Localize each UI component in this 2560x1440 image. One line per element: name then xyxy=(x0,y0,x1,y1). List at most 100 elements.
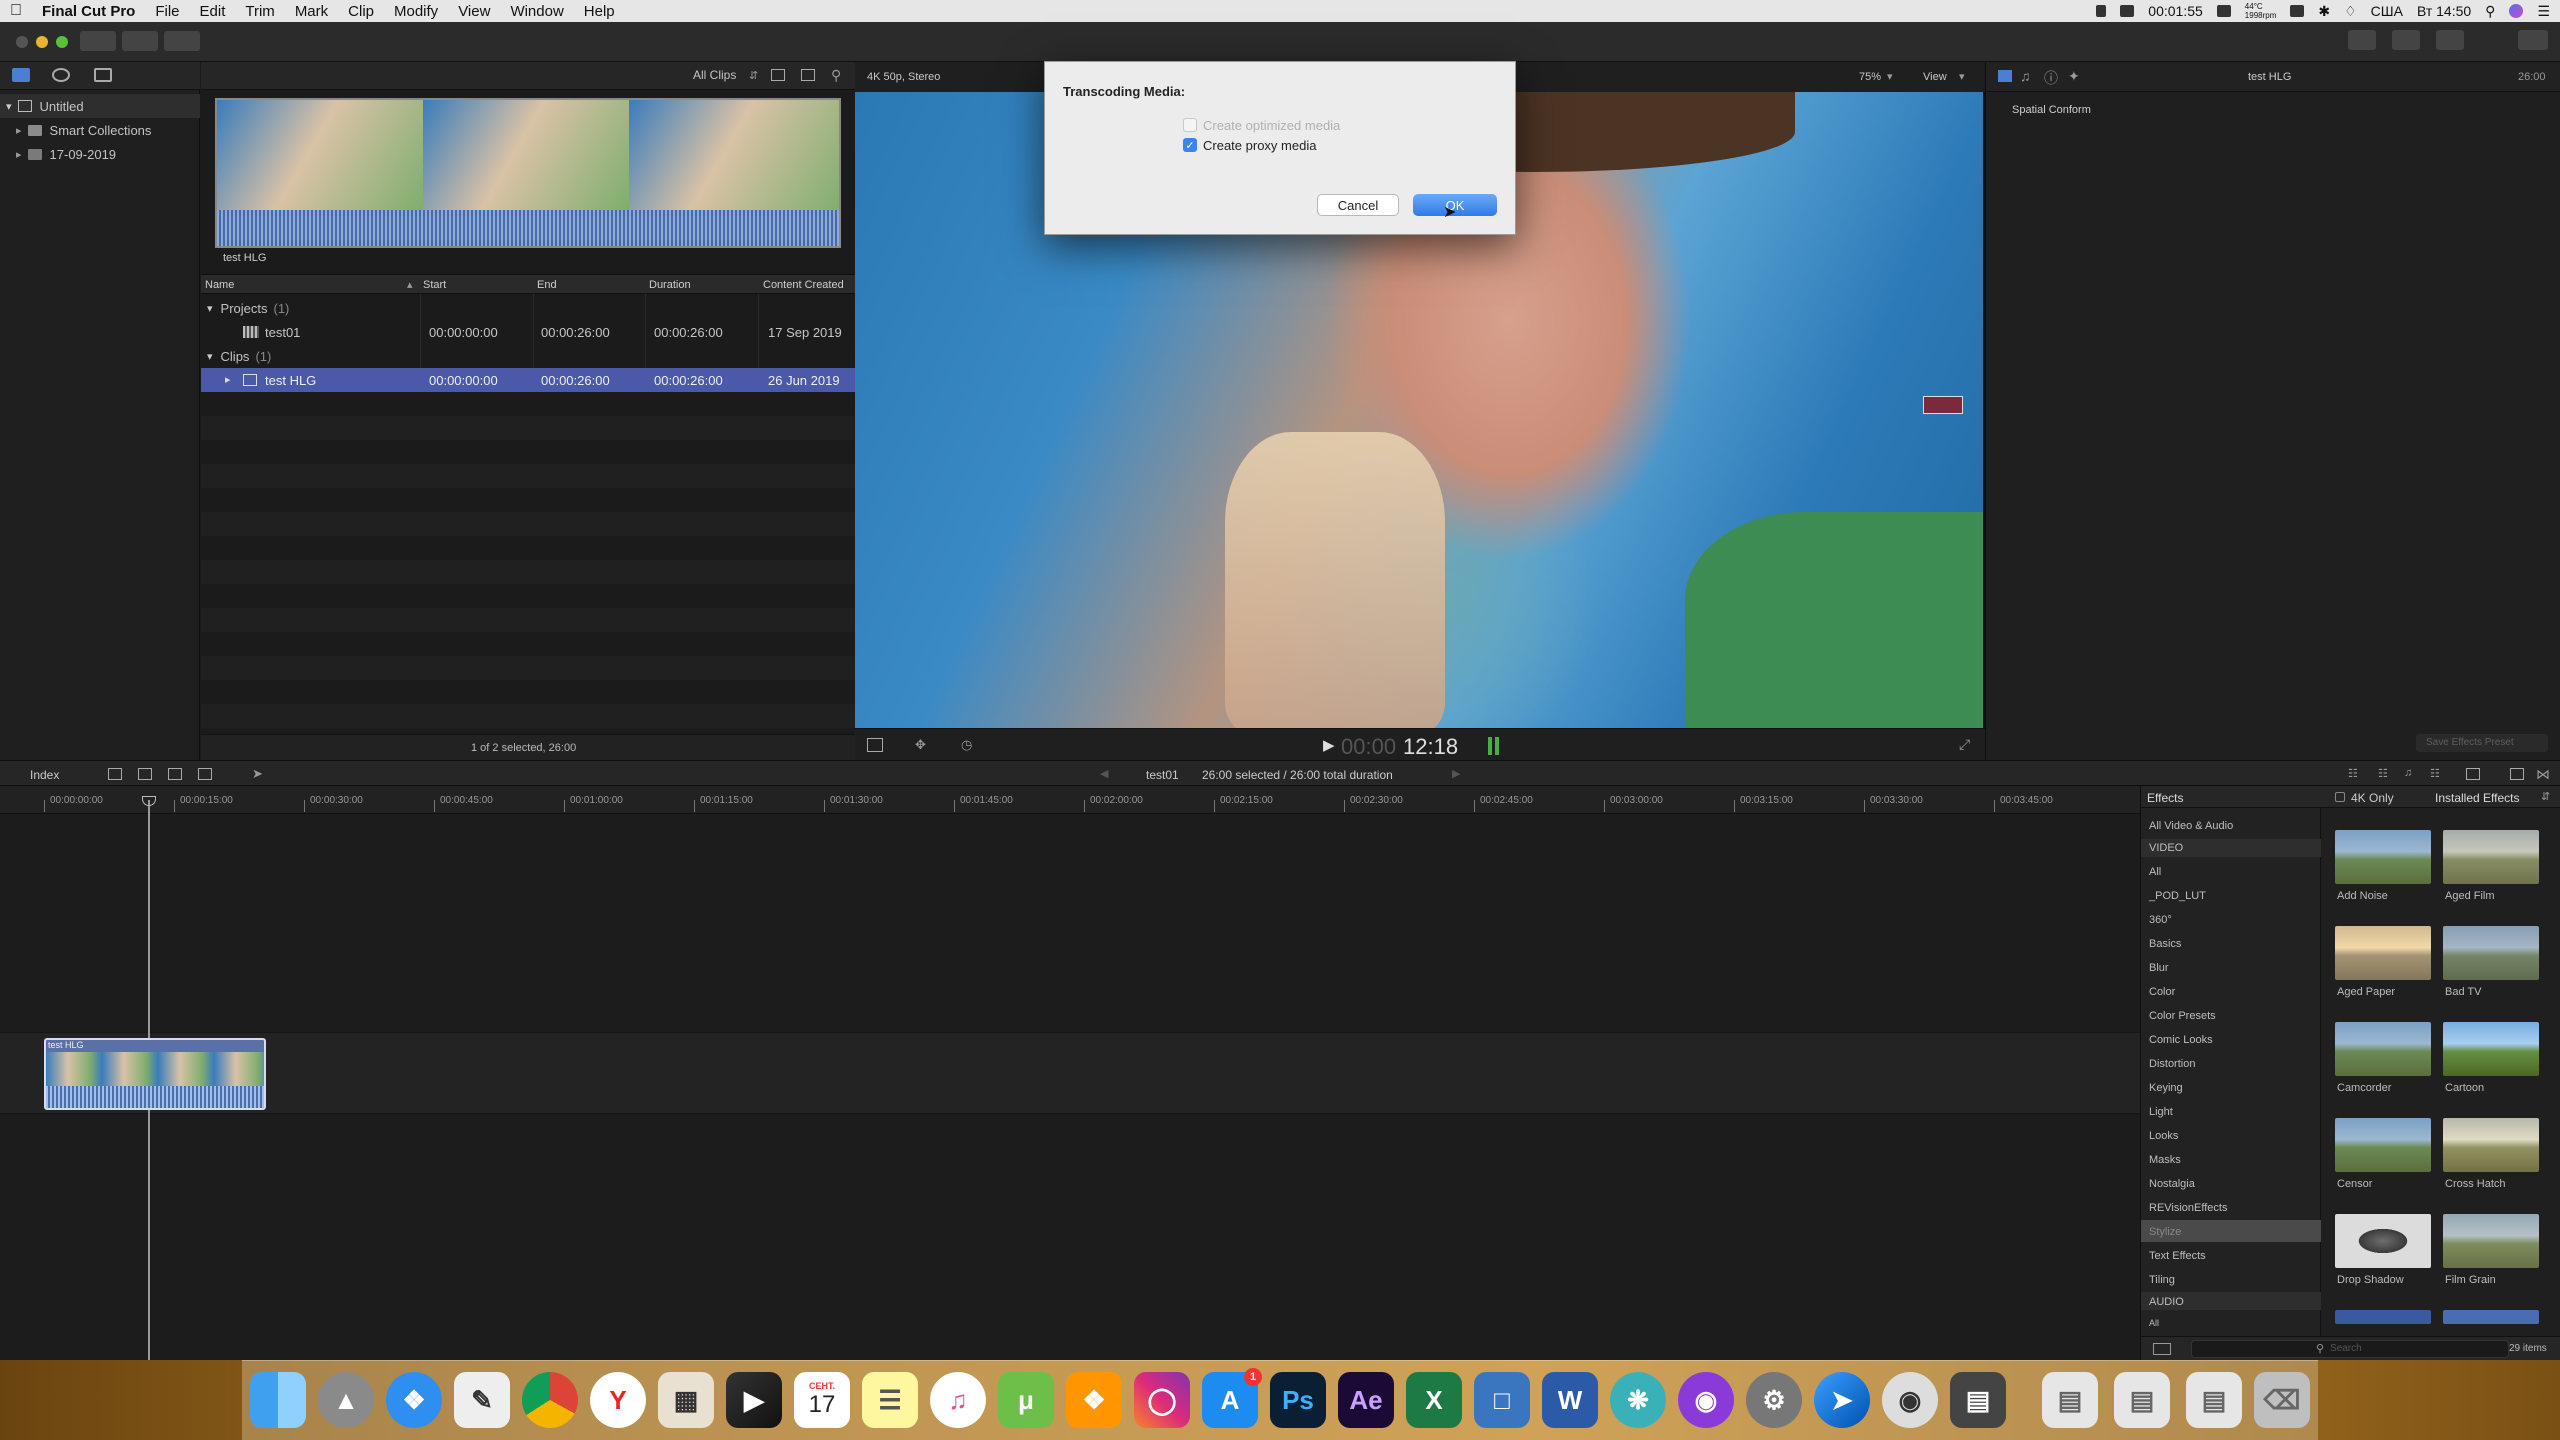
effect-thumb-bad-tv[interactable] xyxy=(2443,926,2539,980)
view-options-dropdown[interactable]: View xyxy=(1923,71,1947,83)
filmstrip[interactable] xyxy=(215,98,841,248)
clip-appearance-icon[interactable] xyxy=(2466,768,2480,780)
launchpad-icon[interactable]: ▲ xyxy=(318,1372,374,1428)
inspector-layout-button[interactable] xyxy=(2436,30,2464,50)
effect-thumb-cartoon[interactable] xyxy=(2443,1022,2539,1076)
chevron-down-icon[interactable]: ▾ xyxy=(1887,70,1893,83)
share-button[interactable] xyxy=(2518,30,2548,50)
file-manager-icon[interactable]: □ xyxy=(1474,1372,1530,1428)
category-color[interactable]: Color xyxy=(2149,986,2175,998)
select-tool-icon[interactable]: ➤ xyxy=(252,766,263,782)
menu-mark[interactable]: Mark xyxy=(285,3,338,20)
info-inspector-icon[interactable]: ⓘ xyxy=(2044,68,2058,88)
utorrent-icon[interactable]: μ xyxy=(998,1372,1054,1428)
insert-clip-icon[interactable] xyxy=(138,768,152,780)
transform-tool-icon[interactable]: ✥ xyxy=(915,737,926,753)
window-minimize-button[interactable] xyxy=(36,36,48,48)
wifi-icon[interactable]: ♢ xyxy=(2344,3,2357,20)
category-looks[interactable]: Looks xyxy=(2149,1130,2178,1142)
library-row[interactable]: ▾ Untitled xyxy=(0,94,200,118)
snapping-icon[interactable]: ☷ xyxy=(2430,767,2440,780)
column-content-created[interactable]: Content Created xyxy=(763,279,844,291)
solo-icon[interactable]: ♫ xyxy=(2404,767,2412,779)
disclosure-open-icon[interactable]: ▾ xyxy=(207,302,213,315)
chevron-updown-icon[interactable]: ⇵ xyxy=(2541,790,2550,803)
app-store-icon[interactable]: A 1 xyxy=(1202,1368,1262,1428)
category-all-video-audio[interactable]: All Video & Audio xyxy=(2149,820,2233,832)
category-nostalgia[interactable]: Nostalgia xyxy=(2149,1178,2195,1190)
video-inspector-icon[interactable] xyxy=(1998,70,2012,82)
menu-file[interactable]: File xyxy=(145,3,189,20)
table-row[interactable]: test01 00:00:00:00 00:00:26:00 00:00:26:… xyxy=(201,320,855,344)
fullscreen-icon[interactable]: ⤢ xyxy=(1959,736,1970,753)
photos-audio-icon[interactable] xyxy=(52,68,70,82)
podcast-icon[interactable]: ◉ xyxy=(1678,1372,1734,1428)
notification-center-icon[interactable]: ☰ xyxy=(2537,3,2550,20)
disclosure-closed-icon[interactable]: ▸ xyxy=(225,373,231,386)
calculator-icon[interactable]: ▦ xyxy=(658,1372,714,1428)
bluetooth-icon[interactable]: ✱ xyxy=(2318,3,2330,20)
timeline-index-button[interactable]: Index xyxy=(30,768,59,782)
category-pod-lut[interactable]: _POD_LUT xyxy=(2149,890,2206,902)
category-keying[interactable]: Keying xyxy=(2149,1082,2183,1094)
viewer-layout-icon[interactable] xyxy=(867,738,883,752)
menu-modify[interactable]: Modify xyxy=(384,3,448,20)
category-basics[interactable]: Basics xyxy=(2149,938,2181,950)
yandex-browser-icon[interactable]: Y xyxy=(590,1372,646,1428)
category-all-video[interactable]: All xyxy=(2149,866,2161,878)
list-view-icon[interactable] xyxy=(771,69,785,81)
effects-browser-icon[interactable] xyxy=(2510,768,2524,780)
record-stop-icon[interactable] xyxy=(2120,5,2135,17)
cpu-monitor-icon[interactable] xyxy=(2216,5,2231,17)
input-source[interactable]: США xyxy=(2371,3,2403,19)
zoom-dropdown[interactable]: 75% xyxy=(1859,71,1881,83)
group-row-projects[interactable]: ▾ Projects (1) xyxy=(201,296,855,320)
disclosure-open-icon[interactable]: ▾ xyxy=(207,350,213,363)
dock-folder-icon[interactable]: ▤ xyxy=(2186,1372,2242,1428)
group-row-clips[interactable]: ▾ Clips (1) xyxy=(201,344,855,368)
category-all-audio[interactable]: All xyxy=(2149,1318,2159,1328)
effect-thumb-film-grain[interactable] xyxy=(2443,1214,2539,1268)
sidebar-toggle-icon[interactable] xyxy=(2153,1343,2171,1355)
timeline-layout-button[interactable] xyxy=(2392,30,2420,50)
dock-folder-icon[interactable]: ▤ xyxy=(2042,1372,2098,1428)
word-icon[interactable]: W xyxy=(1542,1372,1598,1428)
import-button[interactable] xyxy=(80,31,116,51)
pause-icon[interactable] xyxy=(2096,5,2107,17)
apple-icon[interactable]:  xyxy=(0,2,32,20)
share-inspector-icon[interactable]: ✦ xyxy=(2068,68,2080,85)
skimming-icon[interactable]: ☷ xyxy=(2378,767,2388,780)
category-revisioneffects[interactable]: REVisionEffects xyxy=(2149,1202,2227,1214)
table-row-selected[interactable]: ▸ test HLG 00:00:00:00 00:00:26:00 00:00… xyxy=(201,368,855,392)
system-preferences-icon[interactable]: ⚙ xyxy=(1746,1372,1802,1428)
books-icon[interactable]: ❖ xyxy=(1066,1372,1122,1428)
quicksilver-icon[interactable]: ➤ xyxy=(1814,1372,1870,1428)
search-icon[interactable]: ⚲ xyxy=(831,67,841,84)
trash-icon[interactable]: ⌫ xyxy=(2254,1372,2310,1428)
cancel-button[interactable]: Cancel xyxy=(1317,194,1399,216)
menu-view[interactable]: View xyxy=(448,3,500,20)
window-zoom-button[interactable] xyxy=(56,36,68,48)
effects-search-field[interactable]: ⚲ Search xyxy=(2191,1340,2509,1358)
disclosure-open-icon[interactable]: ▾ xyxy=(6,100,12,113)
column-name[interactable]: Name xyxy=(205,279,234,291)
transitions-browser-icon[interactable]: ⋈ xyxy=(2536,766,2550,783)
menu-window[interactable]: Window xyxy=(500,3,573,20)
retime-icon[interactable]: ◷ xyxy=(961,737,972,753)
timeline-clip[interactable]: test HLG xyxy=(44,1038,266,1110)
spotlight-icon[interactable]: ⚲ xyxy=(2485,3,2495,20)
menu-clip[interactable]: Clip xyxy=(338,3,384,20)
siri-icon[interactable] xyxy=(2509,4,2524,18)
browser-layout-button[interactable] xyxy=(2348,30,2376,50)
create-proxy-label[interactable]: Create proxy media xyxy=(1203,138,1316,153)
forward-arrow-icon[interactable]: ▶ xyxy=(1452,767,1460,780)
category-text-effects[interactable]: Text Effects xyxy=(2149,1250,2206,1262)
save-effects-preset-button[interactable]: Save Effects Preset xyxy=(2416,734,2548,752)
onscreen-control-marker[interactable] xyxy=(1923,396,1963,414)
back-arrow-icon[interactable]: ◀ xyxy=(1100,767,1108,780)
effect-thumb-drop-shadow[interactable] xyxy=(2335,1214,2431,1268)
chevron-down-icon[interactable]: ▾ xyxy=(1959,70,1965,83)
create-proxy-checkbox[interactable]: ✓ xyxy=(1183,138,1197,152)
column-start[interactable]: Start xyxy=(423,279,446,291)
airplay-icon[interactable] xyxy=(2290,5,2305,17)
